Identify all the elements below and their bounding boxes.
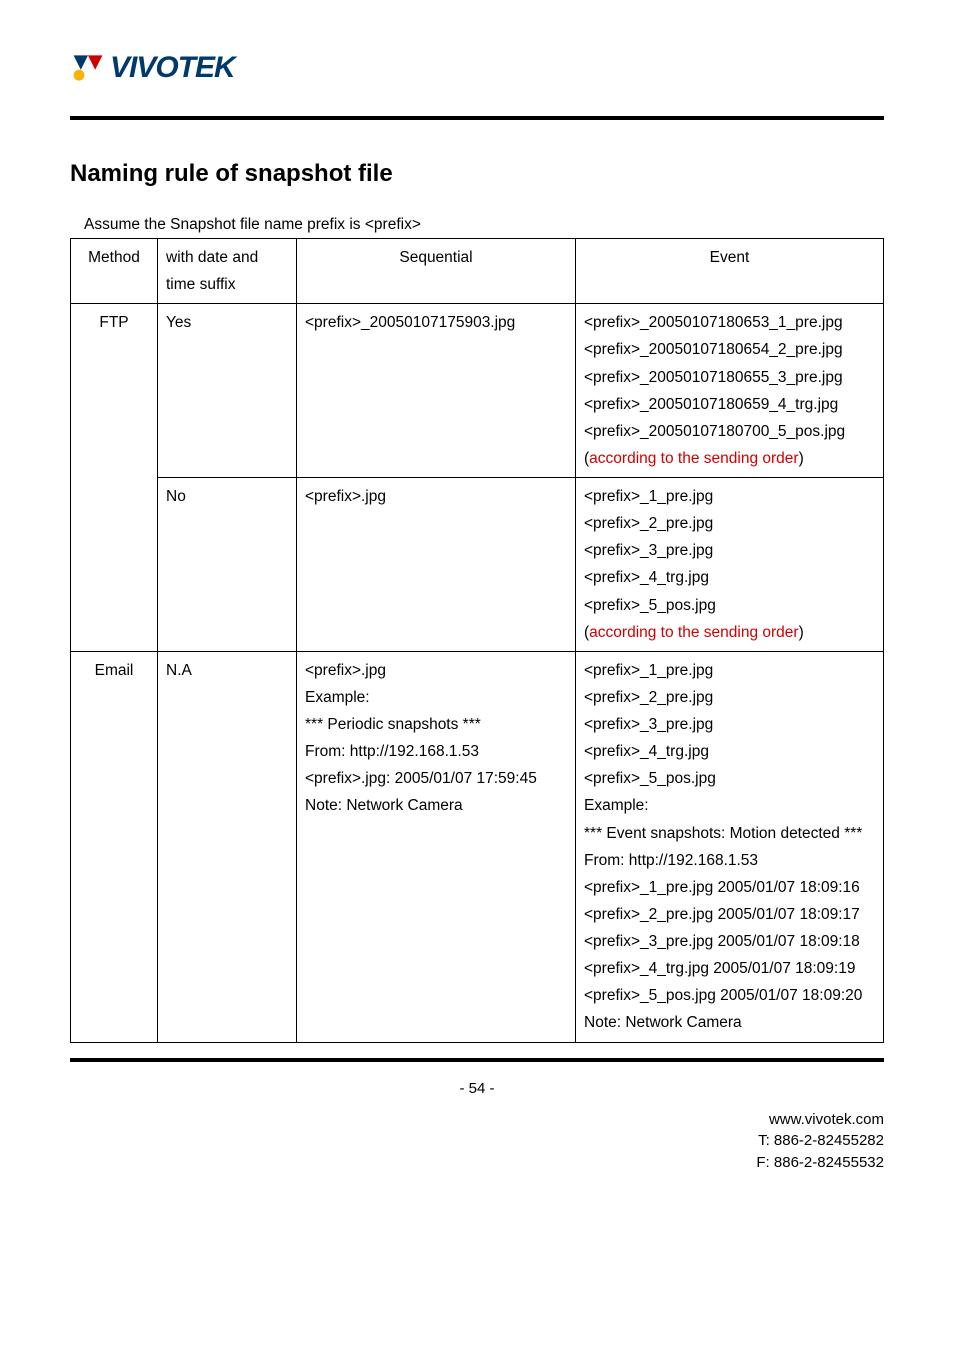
event-line: <prefix>_2_pre.jpg 2005/01/07 18:09:17 bbox=[584, 901, 875, 928]
seq-line: From: http://192.168.1.53 bbox=[305, 738, 567, 765]
event-note: (according to the sending order) bbox=[584, 619, 875, 646]
event-note-red: according to the sending order bbox=[589, 450, 798, 467]
event-line: <prefix>_3_pre.jpg 2005/01/07 18:09:18 bbox=[584, 928, 875, 955]
paren: ) bbox=[799, 450, 804, 467]
cell-sequential: <prefix>.jpg Example: *** Periodic snaps… bbox=[297, 651, 576, 1042]
cell-sequential: <prefix>.jpg bbox=[297, 478, 576, 652]
seq-line: *** Periodic snapshots *** bbox=[305, 711, 567, 738]
cell-suffix: N.A bbox=[158, 651, 297, 1042]
header-sequential: Sequential bbox=[297, 239, 576, 304]
footer-tel: T: 886-2-82455282 bbox=[70, 1130, 884, 1152]
assume-text: Assume the Snapshot file name prefix is … bbox=[84, 216, 884, 234]
divider-top bbox=[70, 116, 884, 120]
section-title: Naming rule of snapshot file bbox=[70, 160, 884, 188]
footer-url: www.vivotek.com bbox=[70, 1109, 884, 1131]
event-note-red: according to the sending order bbox=[589, 624, 798, 641]
event-note: (according to the sending order) bbox=[584, 445, 875, 472]
seq-line: <prefix>.jpg bbox=[305, 657, 567, 684]
event-line: <prefix>_1_pre.jpg bbox=[584, 657, 875, 684]
event-line: Note: Network Camera bbox=[584, 1009, 875, 1036]
event-line: <prefix>_4_trg.jpg bbox=[584, 738, 875, 765]
divider-bottom bbox=[70, 1058, 884, 1062]
event-line: <prefix>_3_pre.jpg bbox=[584, 537, 875, 564]
seq-line: <prefix>.jpg: 2005/01/07 17:59:45 bbox=[305, 765, 567, 792]
event-line: <prefix>_1_pre.jpg 2005/01/07 18:09:16 bbox=[584, 874, 875, 901]
event-line: <prefix>_20050107180655_3_pre.jpg bbox=[584, 364, 875, 391]
cell-event: <prefix>_1_pre.jpg <prefix>_2_pre.jpg <p… bbox=[576, 651, 884, 1042]
event-line: <prefix>_3_pre.jpg bbox=[584, 711, 875, 738]
event-line: <prefix>_1_pre.jpg bbox=[584, 483, 875, 510]
cell-event: <prefix>_20050107180653_1_pre.jpg <prefi… bbox=[576, 304, 884, 478]
event-line: From: http://192.168.1.53 bbox=[584, 847, 875, 874]
header-event: Event bbox=[576, 239, 884, 304]
cell-sequential: <prefix>_20050107175903.jpg bbox=[297, 304, 576, 478]
seq-line: Example: bbox=[305, 684, 567, 711]
paren: ) bbox=[799, 624, 804, 641]
document-page: VIVOTEK Naming rule of snapshot file Ass… bbox=[0, 0, 954, 1204]
naming-rule-table: Method with date and time suffix Sequent… bbox=[70, 238, 884, 1043]
table-row: No <prefix>.jpg <prefix>_1_pre.jpg <pref… bbox=[71, 478, 884, 652]
logo-area: VIVOTEK bbox=[70, 50, 884, 86]
cell-event: <prefix>_1_pre.jpg <prefix>_2_pre.jpg <p… bbox=[576, 478, 884, 652]
table-header-row: Method with date and time suffix Sequent… bbox=[71, 239, 884, 304]
event-line: <prefix>_20050107180653_1_pre.jpg bbox=[584, 309, 875, 336]
header-suffix: with date and time suffix bbox=[158, 239, 297, 304]
event-line: <prefix>_5_pos.jpg 2005/01/07 18:09:20 bbox=[584, 982, 875, 1009]
event-line: Example: bbox=[584, 792, 875, 819]
event-line: <prefix>_2_pre.jpg bbox=[584, 684, 875, 711]
cell-suffix: Yes bbox=[158, 304, 297, 478]
event-line: <prefix>_4_trg.jpg bbox=[584, 564, 875, 591]
footer-contact: www.vivotek.com T: 886-2-82455282 F: 886… bbox=[70, 1109, 884, 1174]
seq-line: Note: Network Camera bbox=[305, 792, 567, 819]
event-line: *** Event snapshots: Motion detected *** bbox=[584, 820, 875, 847]
logo-text: VIVOTEK bbox=[110, 51, 235, 85]
event-line: <prefix>_20050107180700_5_pos.jpg bbox=[584, 418, 875, 445]
cell-method: Email bbox=[71, 651, 158, 1042]
cell-suffix: No bbox=[158, 478, 297, 652]
header-method: Method bbox=[71, 239, 158, 304]
table-row: FTP Yes <prefix>_20050107175903.jpg <pre… bbox=[71, 304, 884, 478]
event-line: <prefix>_2_pre.jpg bbox=[584, 510, 875, 537]
page-number: - 54 - bbox=[70, 1080, 884, 1097]
event-line: <prefix>_5_pos.jpg bbox=[584, 765, 875, 792]
footer-fax: F: 886-2-82455532 bbox=[70, 1152, 884, 1174]
event-line: <prefix>_4_trg.jpg 2005/01/07 18:09:19 bbox=[584, 955, 875, 982]
cell-method: FTP bbox=[71, 304, 158, 652]
table-row: Email N.A <prefix>.jpg Example: *** Peri… bbox=[71, 651, 884, 1042]
event-line: <prefix>_5_pos.jpg bbox=[584, 592, 875, 619]
vivotek-logo-icon bbox=[70, 50, 106, 86]
event-line: <prefix>_20050107180659_4_trg.jpg bbox=[584, 391, 875, 418]
event-line: <prefix>_20050107180654_2_pre.jpg bbox=[584, 336, 875, 363]
